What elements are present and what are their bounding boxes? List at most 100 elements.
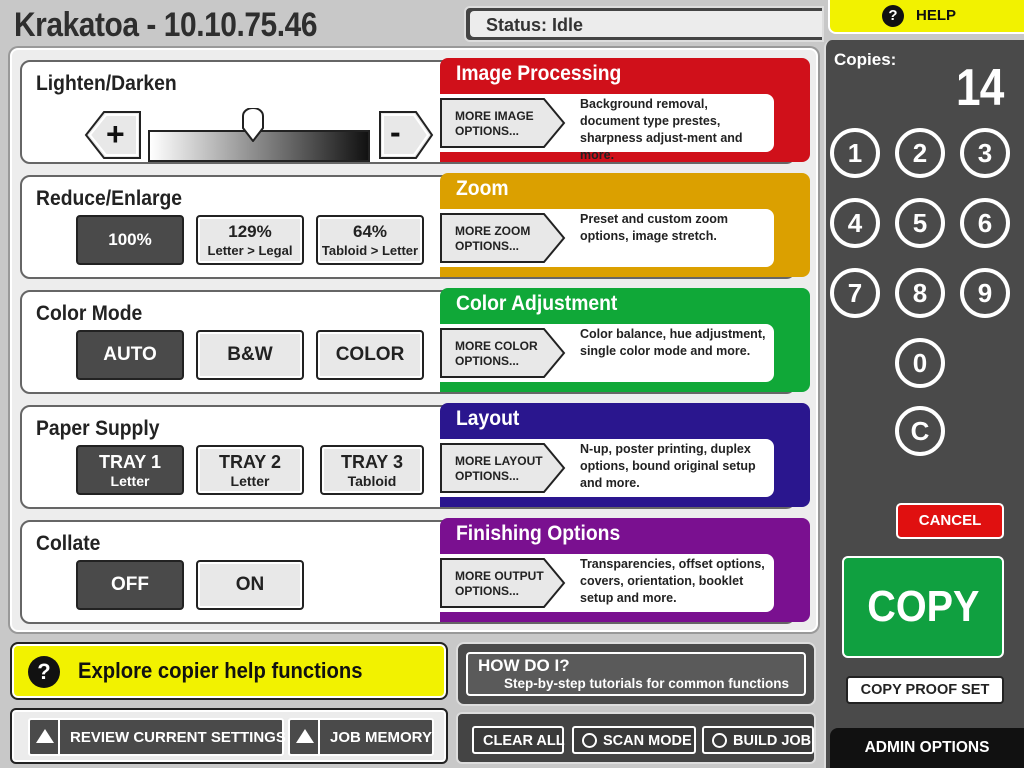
triangle-up-icon (290, 720, 320, 754)
color-auto-button[interactable]: AUTO (76, 330, 184, 380)
radio-circle-icon (582, 733, 597, 748)
finishing-options-description: Transparencies, offset options, covers, … (580, 557, 765, 605)
job-actions-bar: CLEAR ALL SCAN MODE BUILD JOB (456, 712, 816, 764)
review-settings-button[interactable]: REVIEW CURRENT SETTINGS (28, 718, 286, 756)
radio-circle-icon (712, 733, 727, 748)
explore-help-button[interactable]: ? Explore copier help functions (10, 642, 448, 700)
key-0[interactable]: 0 (895, 338, 945, 388)
more-image-line1: MORE IMAGE (455, 109, 534, 123)
help-label: HELP (916, 7, 957, 24)
tray-1-sub: Letter (110, 473, 150, 489)
copy-button[interactable]: COPY (842, 556, 1004, 658)
key-6[interactable]: 6 (960, 198, 1010, 248)
color-auto-label: AUTO (103, 344, 157, 365)
lighten-button[interactable]: + (84, 110, 142, 165)
more-color-line2: OPTIONS... (455, 354, 520, 368)
more-output-options-button[interactable]: MORE OUTPUT OPTIONS... (440, 558, 566, 608)
review-settings-label: REVIEW CURRENT SETTINGS (70, 729, 286, 746)
clear-all-button[interactable]: CLEAR ALL (472, 726, 565, 754)
color-adjustment-title: Color Adjustment (456, 292, 618, 315)
color-color-label: COLOR (335, 344, 405, 365)
tray-3-sub: Tabloid (347, 473, 397, 489)
how-do-i-button[interactable]: HOW DO I? Step-by-step tutorials for com… (466, 652, 806, 696)
explore-help-text: Explore copier help functions (78, 658, 363, 683)
key-clear[interactable]: C (895, 406, 945, 456)
color-color-button[interactable]: COLOR (316, 330, 424, 380)
scan-mode-button[interactable]: SCAN MODE (572, 726, 696, 754)
job-memory-button[interactable]: JOB MEMORY (288, 718, 434, 756)
more-layout-line2: OPTIONS... (455, 469, 520, 483)
collate-on-button[interactable]: ON (196, 560, 304, 610)
copies-count: 14 (956, 59, 1004, 117)
clear-all-label: CLEAR ALL (483, 733, 565, 749)
layout-band: Layout MORE LAYOUT OPTIONS... N-up, poste… (440, 403, 810, 507)
color-bw-button[interactable]: B&W (196, 330, 304, 380)
tray-2-sub: Letter (230, 473, 270, 489)
key-9[interactable]: 9 (960, 268, 1010, 318)
zoom-100-label: 100% (108, 230, 152, 249)
slider-thumb[interactable] (240, 107, 266, 147)
more-layout-options-button[interactable]: MORE LAYOUT OPTIONS... (440, 443, 566, 493)
triangle-up-icon (30, 720, 60, 754)
reduce-enlarge-label: Reduce/Enlarge (36, 187, 183, 210)
image-processing-title: Image Processing (456, 62, 622, 85)
key-5[interactable]: 5 (895, 198, 945, 248)
help-button[interactable]: ? HELP (828, 0, 1024, 34)
color-bw-label: B&W (227, 344, 273, 365)
zoom-100-button[interactable]: 100% (76, 215, 184, 265)
zoom-title: Zoom (456, 177, 509, 200)
tray-1-label: TRAY 1 (98, 452, 162, 472)
question-icon: ? (28, 656, 60, 688)
copy-proof-set-button[interactable]: COPY PROOF SET (846, 676, 1004, 704)
zoom-64-button[interactable]: 64% Tabloid > Letter (316, 215, 424, 265)
tray-2-label: TRAY 2 (218, 452, 282, 472)
key-4[interactable]: 4 (830, 198, 880, 248)
zoom-129-button[interactable]: 129% Letter > Legal (196, 215, 304, 265)
color-adjustment-band: Color Adjustment MORE COLOR OPTIONS... Co… (440, 288, 810, 392)
zoom-64-sub: Tabloid > Letter (321, 243, 419, 258)
more-zoom-options-button[interactable]: MORE ZOOM OPTIONS... (440, 213, 566, 263)
how-do-i-panel: HOW DO I? Step-by-step tutorials for com… (456, 642, 816, 706)
tray-1-button[interactable]: TRAY 1 Letter (76, 445, 184, 495)
device-title: Krakatoa - 10.10.75.46 (14, 6, 318, 44)
darken-button[interactable]: - (378, 110, 434, 165)
how-do-i-subtitle: Step-by-step tutorials for common functi… (504, 676, 790, 691)
tray-2-button[interactable]: TRAY 2 Letter (196, 445, 304, 495)
build-job-label: BUILD JOB (733, 733, 812, 749)
zoom-129-sub: Letter > Legal (207, 243, 293, 258)
minus-icon: - (390, 114, 401, 150)
color-mode-label: Color Mode (36, 302, 143, 325)
settings-panel: Lighten/Darken + - Image Processing MORE… (10, 48, 818, 632)
status-text: Status: Idle (470, 11, 822, 37)
finishing-options-title: Finishing Options (456, 522, 621, 545)
more-image-options-button[interactable]: MORE IMAGE OPTIONS... (440, 98, 566, 148)
collate-on-label: ON (235, 574, 265, 595)
more-color-options-button[interactable]: MORE COLOR OPTIONS... (440, 328, 566, 378)
settings-bar: REVIEW CURRENT SETTINGS JOB MEMORY (10, 708, 448, 764)
zoom-129-label: 129% (228, 222, 272, 241)
scan-mode-label: SCAN MODE (603, 733, 692, 749)
collate-off-button[interactable]: OFF (76, 560, 184, 610)
more-image-line2: OPTIONS... (455, 124, 520, 138)
cancel-button[interactable]: CANCEL (896, 503, 1004, 539)
key-3[interactable]: 3 (960, 128, 1010, 178)
question-icon: ? (882, 5, 904, 27)
key-2[interactable]: 2 (895, 128, 945, 178)
copies-label: Copies: (834, 50, 897, 69)
key-1[interactable]: 1 (830, 128, 880, 178)
layout-title: Layout (456, 407, 520, 430)
zoom-band: Zoom MORE ZOOM OPTIONS... Preset and cust… (440, 173, 810, 277)
paper-supply-label: Paper Supply (36, 417, 160, 440)
zoom-description: Preset and custom zoom options, image st… (580, 212, 728, 243)
finishing-options-band: Finishing Options MORE OUTPUT OPTIONS... … (440, 518, 810, 622)
copy-label: COPY (866, 582, 980, 631)
admin-options-button[interactable]: ADMIN OPTIONS (830, 728, 1024, 768)
job-memory-label: JOB MEMORY (330, 729, 432, 746)
more-output-line2: OPTIONS... (455, 584, 520, 598)
how-do-i-title: HOW DO I? (478, 656, 570, 675)
tray-3-button[interactable]: TRAY 3 Tabloid (320, 445, 424, 495)
key-8[interactable]: 8 (895, 268, 945, 318)
key-7[interactable]: 7 (830, 268, 880, 318)
build-job-button[interactable]: BUILD JOB (702, 726, 814, 754)
tray-3-label: TRAY 3 (340, 452, 404, 472)
